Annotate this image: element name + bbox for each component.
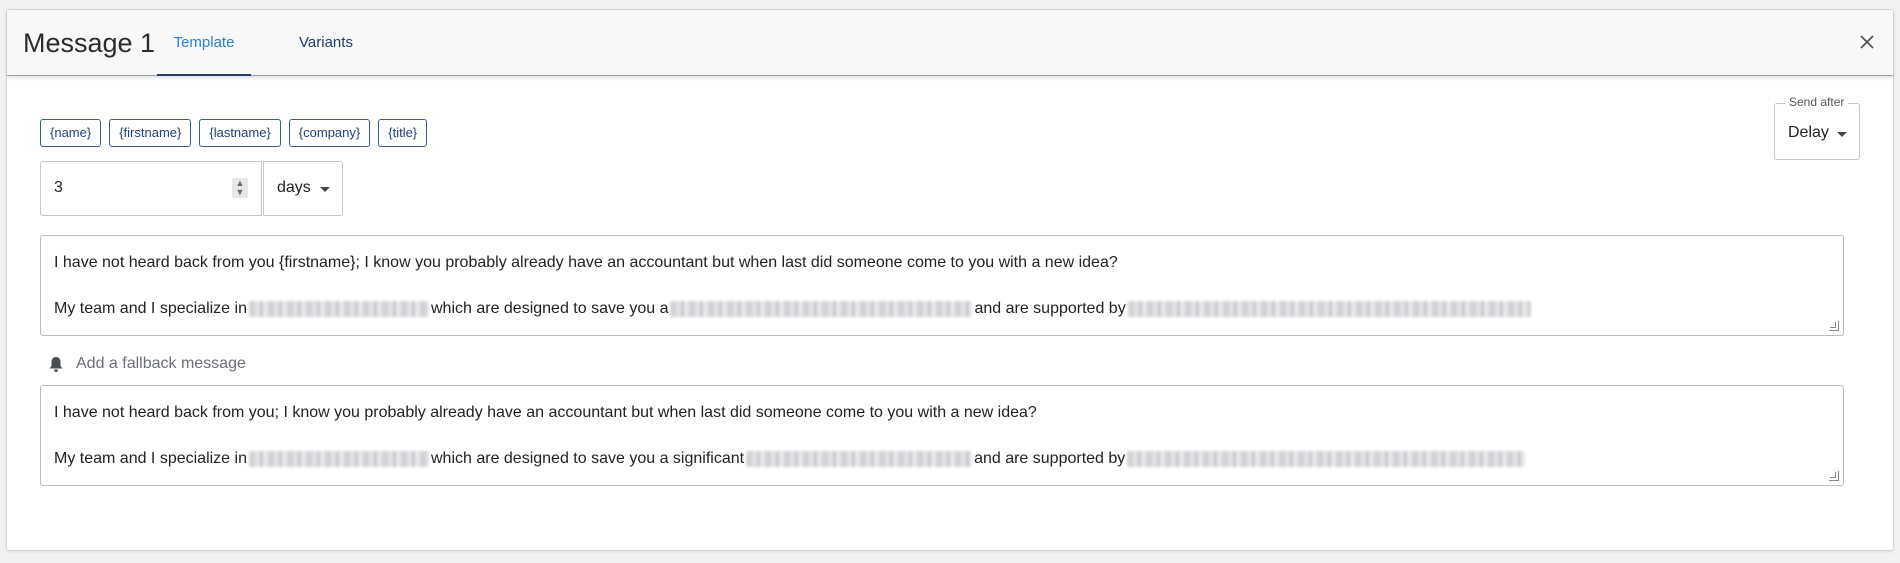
fallback-textarea[interactable]: I have not heard back from you; I know y… (40, 385, 1844, 486)
tab-template[interactable]: Template (157, 34, 251, 76)
delay-unit-select[interactable]: days (263, 161, 343, 216)
message-text-segment: which are designed to save you a (430, 300, 669, 317)
resize-handle-icon[interactable] (1829, 321, 1839, 331)
fallback-text-segment: which are designed to save you a signifi… (430, 450, 745, 467)
chevron-down-icon (1837, 132, 1847, 137)
fallback-text-segment: and are supported by (974, 450, 1126, 467)
send-after-label: Send after (1785, 95, 1849, 109)
panel-header: Message 1 Template Variants (7, 10, 1893, 76)
redacted-text (248, 301, 429, 317)
message-text-segment: My team and I specialize in (54, 300, 247, 317)
delay-number-input[interactable]: 3 ▲ ▼ (40, 161, 262, 216)
redacted-text (1127, 301, 1531, 317)
message-line-1: I have not heard back from you {firstnam… (54, 254, 1118, 271)
message-line-2: My team and I specialize in which are de… (54, 300, 1533, 318)
page-title: Message 1 (23, 28, 156, 58)
variable-chip-name[interactable]: {name} (40, 119, 102, 147)
redacted-text (248, 451, 429, 467)
variable-chip-firstname[interactable]: {firstname} (109, 119, 192, 147)
delay-number-value: 3 (54, 179, 63, 196)
variable-chips: {name} {firstname} {lastname} {company} … (40, 119, 428, 147)
redacted-text (1127, 451, 1526, 467)
spinner-icon[interactable]: ▲ ▼ (232, 178, 248, 198)
variable-chip-title[interactable]: {title} (378, 119, 428, 147)
close-icon[interactable] (1855, 30, 1879, 54)
redacted-text (746, 451, 973, 467)
delay-unit-value: days (277, 179, 311, 196)
fallback-text-segment: My team and I specialize in (54, 450, 247, 467)
redacted-text (670, 301, 973, 317)
add-fallback-button[interactable]: Add a fallback message (48, 355, 246, 373)
variable-chip-lastname[interactable]: {lastname} (199, 119, 281, 147)
message-text-segment: and are supported by (974, 300, 1126, 317)
fallback-line-2: My team and I specialize in which are de… (54, 450, 1527, 468)
fallback-label: Add a fallback message (76, 355, 246, 372)
variable-chip-company[interactable]: {company} (288, 119, 371, 147)
tab-variants[interactable]: Variants (281, 34, 371, 51)
resize-handle-icon[interactable] (1829, 471, 1839, 481)
fallback-line-1: I have not heard back from you; I know y… (54, 404, 1037, 421)
send-after-select[interactable]: Send after Delay (1774, 95, 1860, 160)
chevron-down-icon (320, 187, 330, 192)
message-textarea[interactable]: I have not heard back from you {firstnam… (40, 235, 1844, 336)
bell-icon (49, 356, 63, 372)
send-after-value: Delay (1788, 124, 1829, 141)
